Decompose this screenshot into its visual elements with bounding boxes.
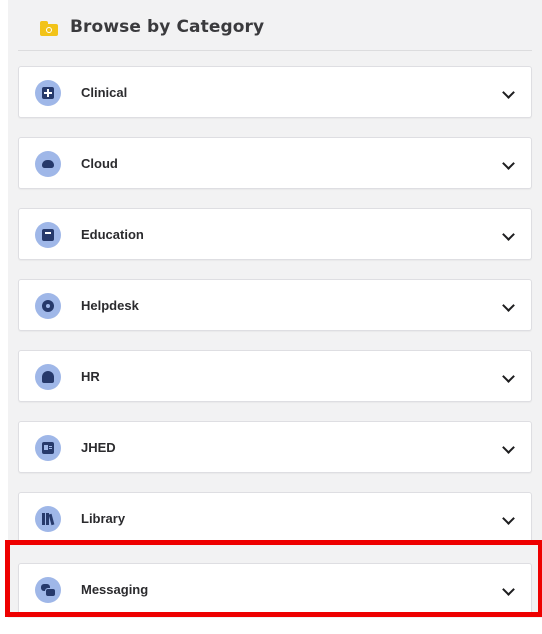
- category-label: Education: [81, 227, 144, 242]
- category-item-jhed[interactable]: JHED: [18, 421, 532, 473]
- chevron-down-icon[interactable]: [502, 299, 515, 312]
- library-icon: [35, 506, 61, 532]
- category-list: Clinical Cloud Education Helpdesk HR JHE…: [18, 66, 532, 634]
- chevron-down-icon[interactable]: [502, 86, 515, 99]
- gear-icon: [35, 293, 61, 319]
- browse-by-category-panel: Browse by Category Clinical Cloud Educat…: [8, 0, 542, 618]
- category-label: Messaging: [81, 582, 149, 597]
- category-label: JHED: [81, 440, 116, 455]
- medical-cross-icon: [35, 80, 61, 106]
- category-label: Clinical: [81, 85, 128, 100]
- chevron-down-icon[interactable]: [502, 370, 515, 383]
- category-item-messaging[interactable]: Messaging: [18, 563, 532, 615]
- chevron-down-icon[interactable]: [502, 157, 515, 170]
- chevron-down-icon[interactable]: [502, 228, 515, 241]
- folder-search-icon: [40, 21, 58, 36]
- category-item-library[interactable]: Library: [18, 492, 532, 544]
- users-icon: [35, 364, 61, 390]
- chat-icon: [35, 577, 61, 603]
- category-label: HR: [81, 369, 100, 384]
- category-item-education[interactable]: Education: [18, 208, 532, 260]
- chevron-down-icon[interactable]: [502, 441, 515, 454]
- category-item-clinical[interactable]: Clinical: [18, 66, 532, 118]
- category-item-cloud[interactable]: Cloud: [18, 137, 532, 189]
- category-label: Library: [81, 511, 126, 526]
- category-label: Cloud: [81, 156, 118, 171]
- chevron-down-icon[interactable]: [502, 512, 515, 525]
- category-item-hr[interactable]: HR: [18, 350, 532, 402]
- category-item-helpdesk[interactable]: Helpdesk: [18, 279, 532, 331]
- panel-header: Browse by Category: [18, 8, 532, 51]
- cloud-icon: [35, 151, 61, 177]
- chevron-down-icon[interactable]: [502, 583, 515, 596]
- book-icon: [35, 222, 61, 248]
- id-card-icon: [35, 435, 61, 461]
- category-label: Helpdesk: [81, 298, 139, 313]
- panel-title: Browse by Category: [70, 17, 265, 37]
